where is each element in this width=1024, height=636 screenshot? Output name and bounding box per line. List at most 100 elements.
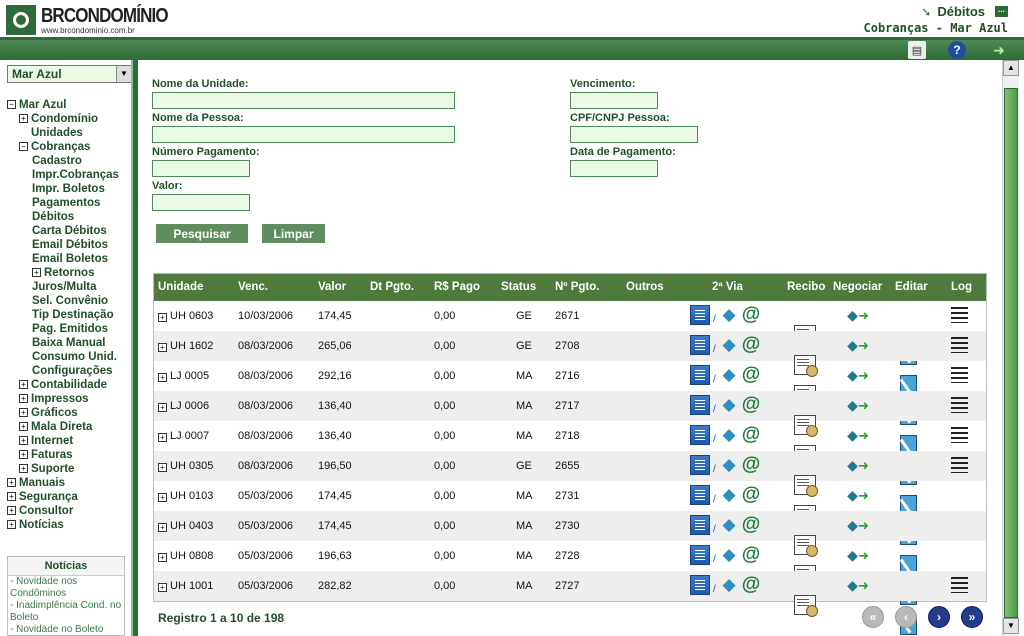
expand-icon[interactable]: +	[19, 422, 28, 431]
expand-row-icon[interactable]: +	[158, 373, 167, 382]
email-icon[interactable]: @	[741, 455, 761, 475]
email-icon[interactable]: @	[741, 365, 761, 385]
second-copy-document-icon[interactable]	[690, 335, 710, 355]
next-page-icon[interactable]: ›	[928, 606, 950, 628]
negotiate-icon[interactable]: ◆➜	[847, 395, 869, 415]
log-list-icon[interactable]	[951, 367, 968, 383]
numero-pagamento-input[interactable]	[152, 160, 250, 177]
expand-icon[interactable]: +	[7, 520, 16, 529]
email-icon[interactable]: @	[741, 425, 761, 445]
log-list-icon[interactable]	[951, 397, 968, 413]
sidebar-item[interactable]: Tip Destinação	[7, 308, 132, 322]
diamond-icon[interactable]: ◆	[719, 425, 739, 445]
expand-icon[interactable]: +	[19, 408, 28, 417]
expand-icon[interactable]: +	[19, 114, 28, 123]
diamond-icon[interactable]: ◆	[719, 455, 739, 475]
expand-icon[interactable]: +	[7, 492, 16, 501]
sidebar-item[interactable]: + Gráficos	[7, 406, 132, 420]
expand-row-icon[interactable]: +	[158, 433, 167, 442]
condominium-select[interactable]: Mar Azul ▼	[7, 65, 132, 83]
second-copy-document-icon[interactable]	[690, 395, 710, 415]
expand-row-icon[interactable]: +	[158, 583, 167, 592]
first-page-icon[interactable]: «	[862, 606, 884, 628]
news-item[interactable]: - Novidade no Boleto	[8, 624, 124, 635]
scroll-down-icon[interactable]: ▼	[1003, 618, 1019, 634]
data-pagamento-input[interactable]	[570, 160, 658, 177]
expand-icon[interactable]: +	[32, 268, 41, 277]
expand-icon[interactable]: +	[19, 436, 28, 445]
prev-page-icon[interactable]: ‹	[895, 606, 917, 628]
expand-row-icon[interactable]: +	[158, 343, 167, 352]
scroll-up-icon[interactable]: ▲	[1003, 60, 1019, 76]
second-copy-document-icon[interactable]	[690, 365, 710, 385]
receipt-icon[interactable]	[794, 595, 818, 617]
log-list-icon[interactable]	[951, 457, 968, 473]
main-scrollbar[interactable]: ▲ ▼	[1002, 60, 1019, 636]
sidebar-item[interactable]: + Mala Direta	[7, 420, 132, 434]
expand-row-icon[interactable]: +	[158, 463, 167, 472]
vencimento-input[interactable]	[570, 92, 658, 109]
expand-icon[interactable]: +	[7, 506, 16, 515]
news-item[interactable]: - Novidade nos Condôminos	[8, 576, 124, 600]
exit-icon[interactable]: ➜	[990, 41, 1008, 59]
second-copy-document-icon[interactable]	[690, 575, 710, 595]
sidebar-item[interactable]: + Manuais	[7, 476, 132, 490]
log-list-icon[interactable]	[951, 337, 968, 353]
nome-unidade-input[interactable]	[152, 92, 455, 109]
nome-pessoa-input[interactable]	[152, 126, 455, 143]
email-icon[interactable]: @	[741, 395, 761, 415]
second-copy-document-icon[interactable]	[690, 545, 710, 565]
sidebar-item[interactable]: Pagamentos	[7, 196, 132, 210]
sidebar-item[interactable]: + Retornos	[7, 266, 132, 280]
sidebar-item[interactable]: Impr. Boletos	[7, 182, 132, 196]
sidebar-item[interactable]: Débitos	[7, 210, 132, 224]
sidebar-item[interactable]: Sel. Convênio	[7, 294, 132, 308]
expand-icon[interactable]: +	[19, 464, 28, 473]
sidebar-item[interactable]: + Contabilidade	[7, 378, 132, 392]
second-copy-document-icon[interactable]	[690, 515, 710, 535]
sidebar-item[interactable]: Configurações	[7, 364, 132, 378]
sidebar-item[interactable]: + Condomínio Unidades	[7, 112, 132, 140]
sidebar-item[interactable]: Impr.Cobranças	[7, 168, 132, 182]
sidebar-item[interactable]: Cadastro	[7, 154, 132, 168]
cpf-cnpj-input[interactable]	[570, 126, 698, 143]
sidebar-item[interactable]: + Segurança	[7, 490, 132, 504]
second-copy-document-icon[interactable]	[690, 485, 710, 505]
second-copy-document-icon[interactable]	[690, 305, 710, 325]
expand-row-icon[interactable]: +	[158, 313, 167, 322]
search-button[interactable]: Pesquisar	[156, 224, 248, 243]
sidebar-item[interactable]: + Suporte	[7, 462, 132, 476]
sidebar-item[interactable]: Email Boletos	[7, 252, 132, 266]
negotiate-icon[interactable]: ◆➜	[847, 335, 869, 355]
sidebar-item[interactable]: Email Débitos	[7, 238, 132, 252]
email-icon[interactable]: @	[741, 515, 761, 535]
negotiate-icon[interactable]: ◆➜	[847, 365, 869, 385]
scroll-thumb[interactable]	[1004, 88, 1018, 618]
sidebar-item[interactable]: Carta Débitos	[7, 224, 132, 238]
printer-icon[interactable]: ▤	[908, 41, 926, 59]
sidebar-item[interactable]: Juros/Multa	[7, 280, 132, 294]
valor-input[interactable]	[152, 194, 250, 211]
negotiate-icon[interactable]: ◆➜	[847, 485, 869, 505]
expand-row-icon[interactable]: +	[158, 403, 167, 412]
second-copy-document-icon[interactable]	[690, 455, 710, 475]
help-icon[interactable]: ?	[948, 41, 966, 59]
expand-row-icon[interactable]: +	[158, 523, 167, 532]
email-icon[interactable]: @	[741, 305, 761, 325]
sidebar-item[interactable]: + Consultor	[7, 504, 132, 518]
email-icon[interactable]: @	[741, 335, 761, 355]
sidebar-scrollbar[interactable]	[131, 60, 133, 636]
sidebar-item[interactable]: − Cobranças	[7, 140, 132, 154]
diamond-icon[interactable]: ◆	[719, 515, 739, 535]
log-list-icon[interactable]	[951, 427, 968, 443]
second-copy-document-icon[interactable]	[690, 425, 710, 445]
last-page-icon[interactable]: »	[961, 606, 983, 628]
email-icon[interactable]: @	[741, 545, 761, 565]
sidebar-item[interactable]: + Internet	[7, 434, 132, 448]
collapse-icon[interactable]: −	[19, 142, 28, 151]
log-list-icon[interactable]	[951, 577, 968, 593]
news-item[interactable]: - Inadimplência Cond. no Boleto	[8, 600, 124, 624]
menu-dots-icon[interactable]: ...	[995, 6, 1008, 17]
expand-icon[interactable]: +	[19, 380, 28, 389]
email-icon[interactable]: @	[741, 485, 761, 505]
